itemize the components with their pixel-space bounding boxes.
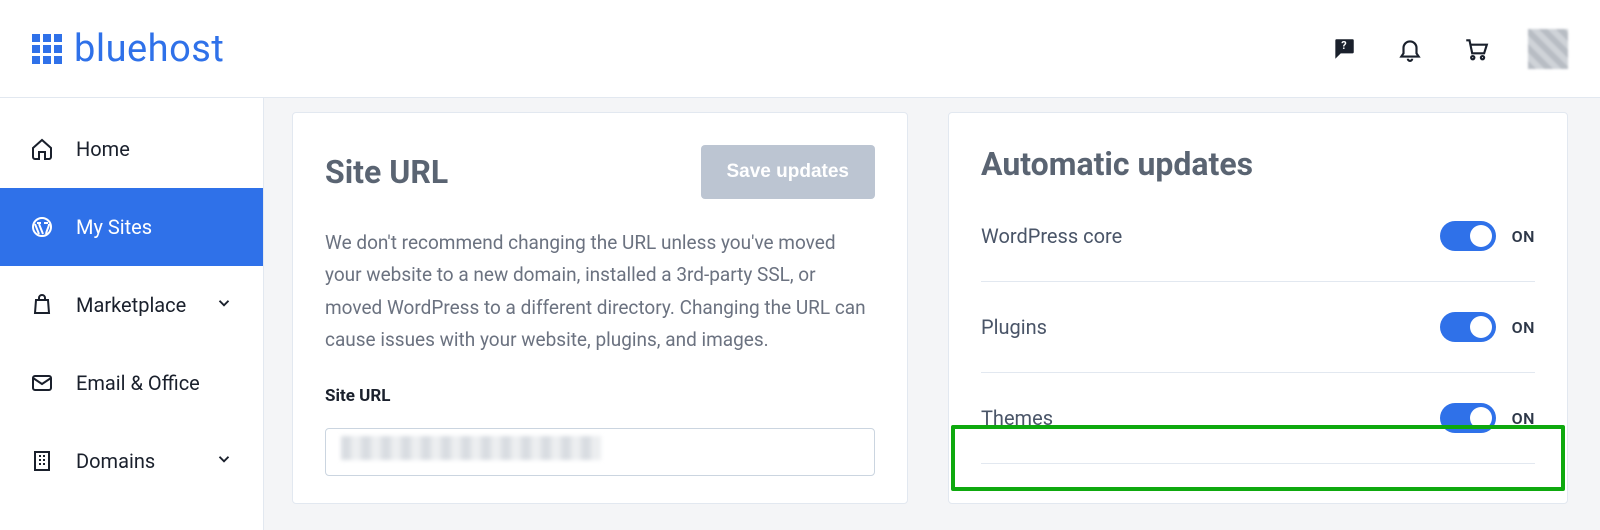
toggle-plugins[interactable] xyxy=(1440,312,1496,342)
sidebar-item-my-sites[interactable]: My Sites xyxy=(0,188,263,266)
wordpress-icon xyxy=(30,215,54,239)
building-icon xyxy=(30,449,54,473)
sidebar-item-label: Email & Office xyxy=(76,371,233,395)
toggle-label: Plugins xyxy=(981,315,1047,339)
header-icons: ? xyxy=(1330,29,1568,69)
card-title: Site URL xyxy=(325,153,448,191)
card-automatic-updates: Automatic updates WordPress core ON Plug… xyxy=(948,112,1568,504)
toggle-state: ON xyxy=(1512,318,1535,337)
sidebar-item-email-office[interactable]: Email & Office xyxy=(0,344,263,422)
notifications-icon[interactable] xyxy=(1396,35,1424,63)
svg-text:?: ? xyxy=(1341,39,1346,52)
toggle-row-wordpress-core: WordPress core ON xyxy=(981,191,1535,282)
card-site-url: Site URL Save updates We don't recommend… xyxy=(292,112,908,504)
cart-icon[interactable] xyxy=(1462,35,1490,63)
toggle-themes[interactable] xyxy=(1440,403,1496,433)
toggle-row-themes: Themes ON xyxy=(981,373,1535,464)
site-url-input[interactable] xyxy=(325,428,875,476)
chevron-down-icon xyxy=(215,293,233,317)
card-title: Automatic updates xyxy=(981,145,1535,183)
toggle-state: ON xyxy=(1512,227,1535,246)
save-updates-button[interactable]: Save updates xyxy=(701,145,876,199)
sidebar-item-label: My Sites xyxy=(76,215,233,239)
support-chat-icon[interactable]: ? xyxy=(1330,35,1358,63)
brand-name: bluehost xyxy=(74,27,224,71)
main: Site URL Save updates We don't recommend… xyxy=(264,98,1600,530)
sidebar-item-home[interactable]: Home xyxy=(0,110,263,188)
topbar: bluehost ? xyxy=(0,0,1600,98)
sidebar-item-marketplace[interactable]: Marketplace xyxy=(0,266,263,344)
sidebar-item-label: Home xyxy=(76,137,233,161)
site-url-field-label: Site URL xyxy=(325,386,875,406)
toggle-wordpress-core[interactable] xyxy=(1440,221,1496,251)
toggle-row-plugins: Plugins ON xyxy=(981,282,1535,373)
mail-icon xyxy=(30,371,54,395)
home-icon xyxy=(30,137,54,161)
toggle-label: Themes xyxy=(981,406,1053,430)
brand[interactable]: bluehost xyxy=(32,27,224,71)
sidebar-item-label: Domains xyxy=(76,449,193,473)
site-url-description: We don't recommend changing the URL unle… xyxy=(325,227,875,356)
brand-grid-icon xyxy=(32,34,62,64)
chevron-down-icon xyxy=(215,449,233,473)
sidebar: Home My Sites Marketplace Email & Office xyxy=(0,98,264,530)
toggle-label: WordPress core xyxy=(981,224,1122,248)
bag-icon xyxy=(30,293,54,317)
sidebar-item-label: Marketplace xyxy=(76,293,193,317)
toggle-state: ON xyxy=(1512,409,1535,428)
sidebar-item-domains[interactable]: Domains xyxy=(0,422,263,500)
avatar[interactable] xyxy=(1528,29,1568,69)
